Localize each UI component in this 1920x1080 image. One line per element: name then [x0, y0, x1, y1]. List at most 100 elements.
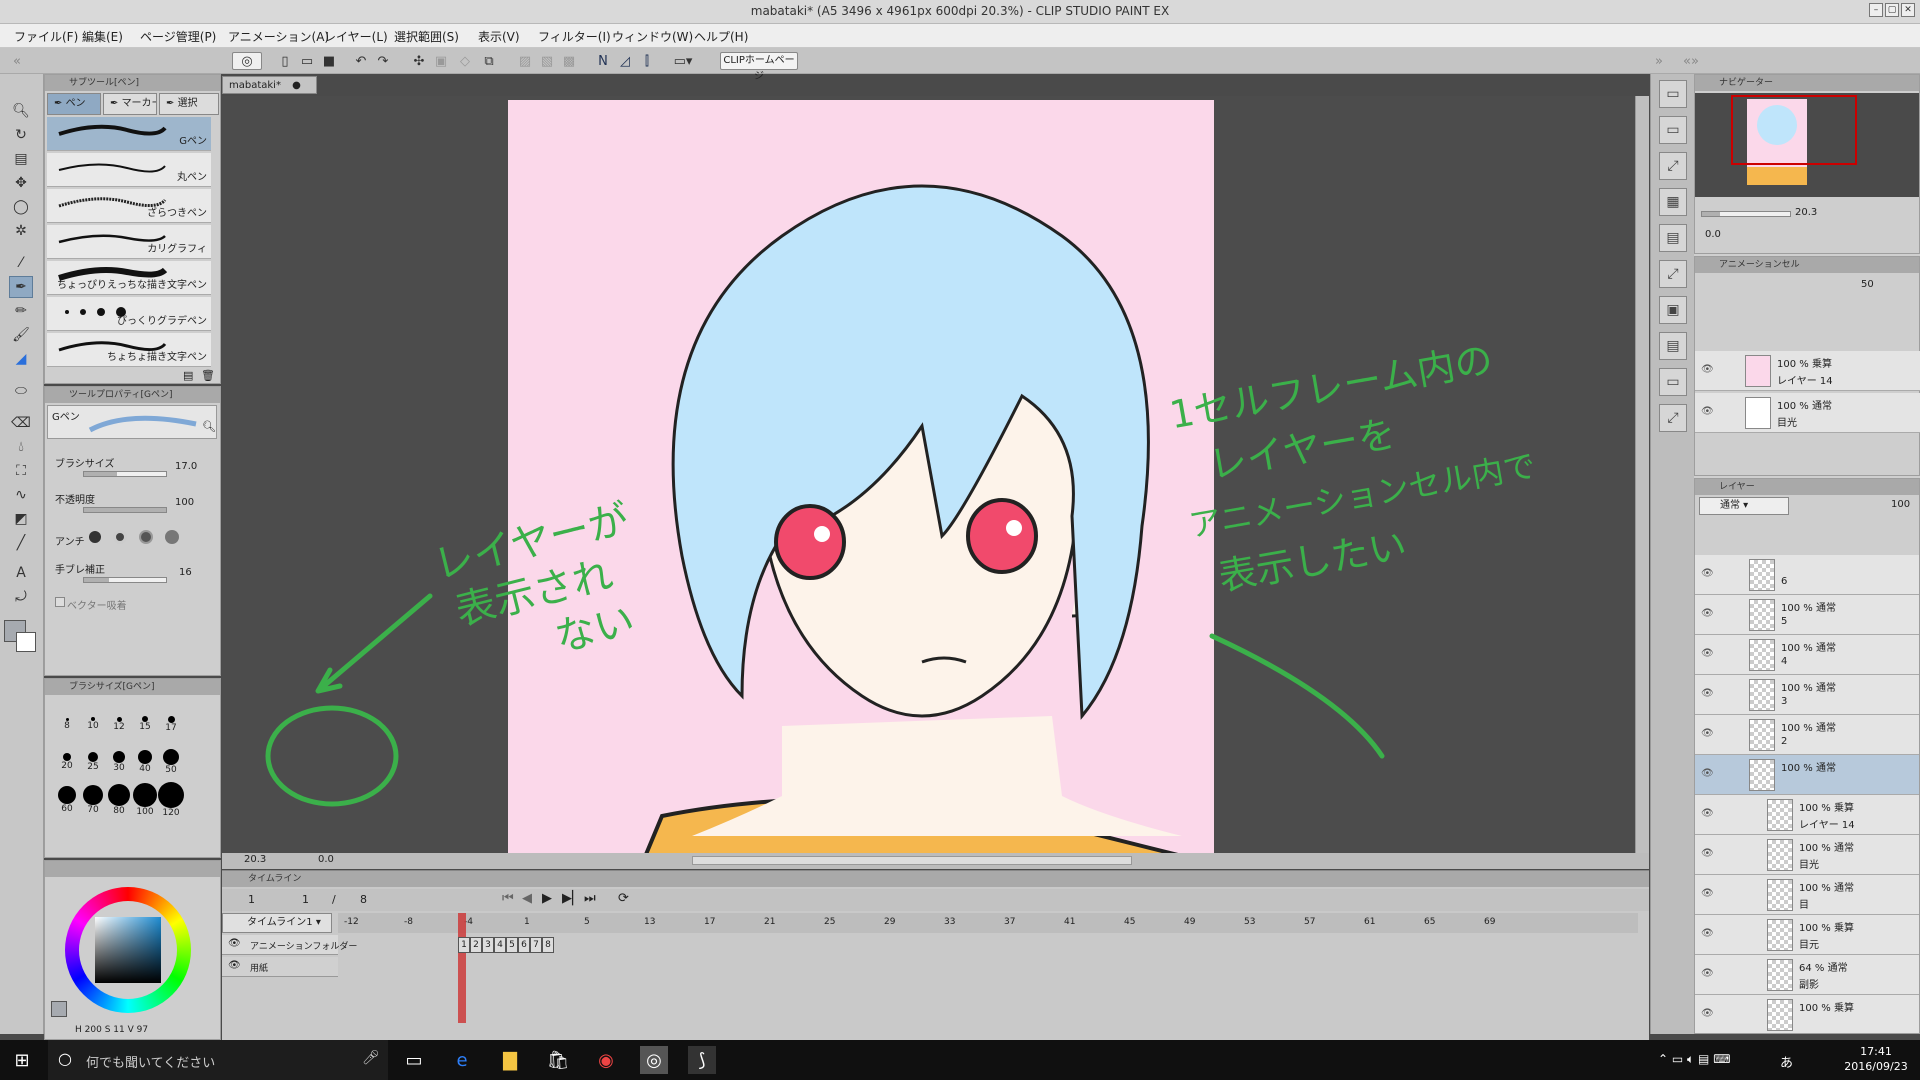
- brush-g-pen[interactable]: Gペン: [47, 117, 211, 151]
- panel-toggle-8-icon[interactable]: ▤: [1659, 332, 1687, 360]
- close-tab-icon[interactable]: ●: [292, 80, 301, 91]
- brush-yochiyochi[interactable]: ちょちょ描き文字ペン: [47, 333, 211, 367]
- brush-chopiri[interactable]: ちょっぴりえっちな描き文字ペン: [47, 261, 211, 295]
- menu-window[interactable]: ウィンドウ(W): [612, 28, 693, 45]
- line-tool-icon[interactable]: ╱: [9, 532, 33, 554]
- track-paper[interactable]: 👁︎ 用紙: [222, 957, 338, 977]
- opacity-value[interactable]: 100: [175, 497, 194, 508]
- eyedropper-icon[interactable]: ⁄: [9, 252, 33, 274]
- eye-icon[interactable]: 👁︎: [1701, 928, 1714, 939]
- duplicate-subtool-icon[interactable]: ▤: [183, 369, 193, 382]
- eye-icon[interactable]: 👁︎: [1701, 728, 1714, 739]
- sv-square[interactable]: [95, 917, 161, 983]
- invert-icon[interactable]: ▩: [560, 52, 578, 70]
- frame-current[interactable]: 1: [302, 893, 309, 906]
- curve-tool-icon[interactable]: ∿: [9, 484, 33, 506]
- eye-icon[interactable]: 👁︎: [1701, 406, 1714, 417]
- balloon-tool-icon[interactable]: ⤾: [9, 586, 33, 608]
- menu-filter[interactable]: フィルター(I): [538, 28, 611, 45]
- cel-frame[interactable]: 4: [494, 937, 506, 953]
- panel-toggle-3-icon[interactable]: ⤢: [1659, 152, 1687, 180]
- menu-page[interactable]: ページ管理(P): [140, 28, 216, 45]
- tray-icons[interactable]: ⌃ ▭ 🔈︎ ▤ ⌨: [1658, 1052, 1731, 1067]
- cel-frame[interactable]: 2: [470, 937, 482, 953]
- brushsize-option[interactable]: 17: [155, 701, 187, 733]
- layer-row[interactable]: 👁︎ 100 % 乗算: [1695, 995, 1919, 1033]
- save-icon[interactable]: ■: [320, 52, 338, 70]
- menu-edit[interactable]: 編集(E): [82, 28, 123, 45]
- layer-row[interactable]: 👁︎ 100 % 通常目: [1695, 875, 1919, 915]
- document-tab[interactable]: mabataki* ●: [222, 76, 317, 94]
- chrome-icon[interactable]: ◉: [592, 1046, 620, 1074]
- layer-row[interactable]: 👁︎ 100 % 通常 5: [1695, 595, 1919, 635]
- size-value[interactable]: 17.0: [175, 461, 197, 472]
- eye-icon[interactable]: 👁︎: [1701, 688, 1714, 699]
- magnify-icon[interactable]: 🔍︎: [202, 420, 216, 433]
- blend-tool-icon[interactable]: 💧︎: [9, 436, 33, 458]
- text-tool-icon[interactable]: A: [9, 562, 33, 584]
- undo-icon[interactable]: ↶: [352, 52, 370, 70]
- fill-tool-icon[interactable]: ⛶: [9, 460, 33, 482]
- magic-wand-icon[interactable]: ✲: [9, 220, 33, 242]
- close-button[interactable]: ✕: [1901, 3, 1915, 17]
- brushsize-option[interactable]: 120: [155, 777, 187, 818]
- layer-row[interactable]: 👁︎ 100 % 通常: [1695, 755, 1919, 795]
- brush-zaratsuki-pen[interactable]: ざらつきペン: [47, 189, 211, 223]
- navigator-preview[interactable]: [1695, 93, 1919, 197]
- lasso-tool-icon[interactable]: ◯: [9, 196, 33, 218]
- tab-select[interactable]: ✒ 選択: [159, 93, 219, 115]
- new-file-icon[interactable]: ▯: [276, 52, 294, 70]
- loop-icon[interactable]: ⟳: [618, 891, 629, 906]
- snap-grid-icon[interactable]: ⫿: [638, 52, 656, 70]
- eye-icon[interactable]: 👁︎: [228, 938, 241, 949]
- track-animation-folder[interactable]: 👁︎ アニメーションフォルダー: [222, 935, 357, 955]
- menu-layer[interactable]: レイヤー(L): [324, 28, 388, 45]
- pen-tool-icon[interactable]: ✒: [9, 276, 33, 298]
- panel-toggle-9-icon[interactable]: ▭: [1659, 368, 1687, 396]
- cel-frame[interactable]: 6: [518, 937, 530, 953]
- animcel-row[interactable]: 👁︎ 100 % 通常 目光: [1695, 393, 1920, 433]
- animcel-row[interactable]: 👁︎ 100 % 乗算 レイヤー 14: [1695, 351, 1920, 391]
- timeline-ruler[interactable]: -12 -8 -4 1 5 13 17 21 25 29 33 37 41 45 49 53 57 61 65 69: [338, 913, 1638, 933]
- clip-homepage-button[interactable]: CLIPホームページ: [720, 52, 798, 82]
- collapse-right2-icon[interactable]: «»: [1682, 52, 1700, 70]
- first-frame-icon[interactable]: ⏮: [502, 891, 514, 906]
- deselect-icon[interactable]: ▧: [538, 52, 556, 70]
- eye-icon[interactable]: 👁︎: [1701, 808, 1714, 819]
- clip-studio-paint-taskbar-icon[interactable]: ⟆: [688, 1046, 716, 1074]
- fill-icon[interactable]: ▣: [432, 52, 450, 70]
- layer-row[interactable]: 👁︎ 100 % 通常 3: [1695, 675, 1919, 715]
- navigator-zoom[interactable]: 20.3: [1795, 207, 1817, 218]
- tab-pen[interactable]: ✒ ペン: [47, 93, 101, 115]
- collapse-left-icon[interactable]: «: [8, 52, 26, 70]
- navigator-viewport[interactable]: [1731, 95, 1857, 165]
- eye-icon[interactable]: 👁︎: [1701, 648, 1714, 659]
- layer-row[interactable]: 👁︎ 100 % 通常 4: [1695, 635, 1919, 675]
- stabilizer-value[interactable]: 16: [179, 567, 192, 578]
- frame-start[interactable]: 1: [248, 893, 255, 906]
- clip-studio-taskbar-icon[interactable]: ◎: [640, 1046, 668, 1074]
- animcel-opacity[interactable]: 50: [1861, 279, 1874, 290]
- minimize-button[interactable]: –: [1869, 3, 1883, 17]
- tab-marker[interactable]: ✒ マーカー: [103, 93, 157, 115]
- eye-icon[interactable]: 👁︎: [1701, 364, 1714, 375]
- move-tool-icon[interactable]: ✥: [9, 172, 33, 194]
- open-file-icon[interactable]: ▭: [298, 52, 316, 70]
- clear-icon[interactable]: ✣: [410, 52, 428, 70]
- task-view-icon[interactable]: ▭: [400, 1046, 428, 1074]
- pencil-tool-icon[interactable]: ✏: [9, 300, 33, 322]
- navigator-zoom-slider[interactable]: [1701, 211, 1791, 217]
- navigator-rotation[interactable]: 0.0: [1705, 229, 1721, 240]
- ellipse-tool-icon[interactable]: ⬭: [9, 380, 33, 402]
- panel-toggle-7-icon[interactable]: ▣: [1659, 296, 1687, 324]
- brush-calligraphy[interactable]: カリグラフィ: [47, 225, 211, 259]
- eye-icon[interactable]: 👁︎: [1701, 768, 1714, 779]
- transform-icon[interactable]: ⧉: [480, 52, 498, 70]
- vector-snap-checkbox[interactable]: [55, 597, 65, 607]
- gradient-tool-icon[interactable]: ◩: [9, 508, 33, 530]
- redo-icon[interactable]: ↷: [374, 52, 392, 70]
- edge-icon[interactable]: e: [448, 1046, 476, 1074]
- antialias-selector[interactable]: [83, 527, 203, 547]
- menu-file[interactable]: ファイル(F): [14, 28, 78, 45]
- eraser-tool-icon[interactable]: ⌫: [9, 412, 33, 434]
